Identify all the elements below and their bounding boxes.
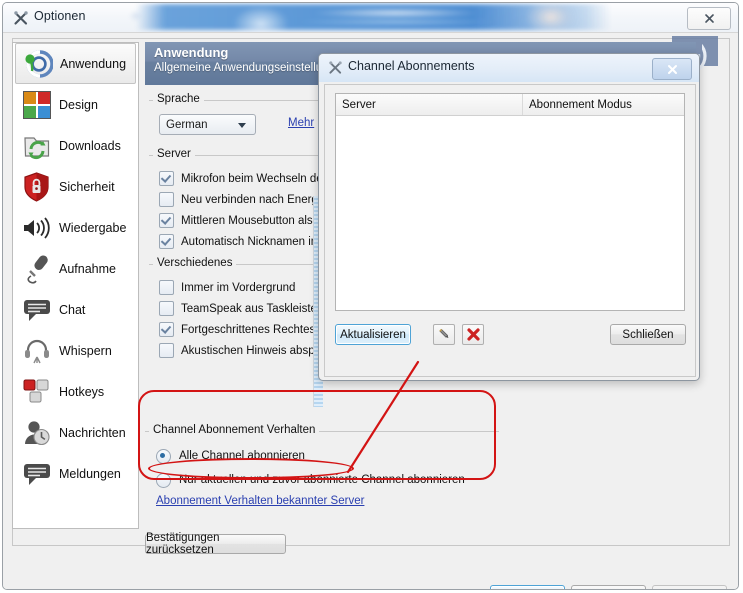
sidebar-item-label: Sicherheit [59,180,115,194]
sidebar-item-label: Whispern [59,344,112,358]
group-title-verschiedenes: Verschiedenes [153,257,237,269]
group-channel-abonnement-verhalten: Channel Abonnement Verhalten Alle Channe… [145,424,499,507]
sidebar-item-hotkeys[interactable]: Hotkeys [15,372,136,412]
notifications-icon [20,458,53,491]
dialog-close-text-button[interactable]: Schließen [610,324,686,345]
table-header-row: Server Abonnement Modus [336,94,684,116]
sidebar: Anwendung Design Downloads Sicherheit Wi… [12,42,139,529]
radio-label: Alle Channel abonnieren [179,450,305,462]
more-languages-link[interactable]: Mehr [288,117,314,129]
sidebar-item-sicherheit[interactable]: Sicherheit [15,167,136,207]
sidebar-item-label: Downloads [59,139,121,153]
edit-button[interactable] [433,324,455,345]
sidebar-item-label: Wiedergabe [59,221,127,235]
refresh-button[interactable]: Aktualisieren [335,324,411,345]
pencil-icon [438,328,448,339]
speaker-icon [20,212,53,245]
group-title-server: Server [153,148,195,160]
checkbox-neu-verbinden[interactable] [159,192,174,207]
abonnement-verhalten-bekannter-server-link[interactable]: Abonnement Verhalten bekannter Server [156,495,364,507]
checkbox-automatisch-nicknamen[interactable] [159,234,174,249]
window-titlebar: Optionen [3,3,738,32]
sidebar-item-downloads[interactable]: Downloads [15,126,136,166]
tools-icon [13,10,29,26]
sidebar-item-label: Meldungen [59,467,121,481]
group-title-sprache: Sprache [153,93,204,105]
close-icon [704,14,714,23]
checkbox-mittlerer-mousebutton[interactable] [159,213,174,228]
sidebar-item-label: Hotkeys [59,385,105,399]
dialog-titlebar: Channel Abonnements [319,54,699,82]
column-header-abonnement-modus[interactable]: Abonnement Modus [523,94,684,115]
window-close-button[interactable] [687,7,731,30]
sidebar-item-aufnahme[interactable]: Aufnahme [15,249,136,289]
subscriptions-table[interactable]: Server Abonnement Modus [335,93,685,311]
radio-alle-channel-abonnieren[interactable] [156,448,171,464]
hotkeys-icon [20,376,53,409]
sidebar-item-label: Aufnahme [59,262,116,276]
chat-bubble-icon [20,294,53,327]
teamspeak-banner-decoration [121,4,611,30]
sidebar-item-label: Design [59,98,98,112]
sidebar-item-label: Anwendung [60,56,127,71]
delete-button[interactable] [462,324,484,345]
language-select[interactable]: German [159,114,256,135]
sidebar-item-chat[interactable]: Chat [15,290,136,330]
user-message-icon [20,417,53,450]
checkbox-label: Immer im Vordergrund [181,281,296,294]
radio-row[interactable]: Nur aktuellen und zuvor abonnierte Chann… [156,468,499,492]
radio-nur-aktuellen-abonnieren[interactable] [156,472,171,488]
column-header-server[interactable]: Server [336,94,523,115]
sidebar-item-whispern[interactable]: Whispern [15,331,136,371]
checkbox-immer-im-vordergrund[interactable] [159,280,174,295]
ok-button[interactable]: OK [490,585,565,589]
design-icon [20,89,53,122]
checkbox-taskleiste-entfernen[interactable] [159,301,174,316]
sidebar-item-wiedergabe[interactable]: Wiedergabe [15,208,136,248]
sidebar-item-label: Nachrichten [59,426,126,440]
checkbox-mikrofon-wechseln[interactable] [159,171,174,186]
group-title-abonnement: Channel Abonnement Verhalten [149,424,320,436]
reset-confirmations-button[interactable]: Bestätigungen zurücksetzen [145,532,286,556]
headset-icon [20,335,53,368]
dialog-body: Server Abonnement Modus Aktualisieren Sc… [324,84,696,377]
sidebar-item-label: Chat [59,303,86,317]
sidebar-item-meldungen[interactable]: Meldungen [15,454,136,494]
sidebar-item-design[interactable]: Design [15,85,136,125]
radio-label: Nur aktuellen und zuvor abonnierte Chann… [179,474,465,486]
checkbox-fortgeschrittenes-rechtesystem[interactable] [159,322,174,337]
dialog-title: Channel Abonnements [348,59,475,73]
close-icon [667,64,677,74]
dialog-close-button[interactable] [652,58,692,80]
red-x-delete-icon [466,328,480,341]
tools-icon [328,60,343,75]
cancel-button[interactable]: Abbrechen [571,585,646,589]
sidebar-item-nachrichten[interactable]: Nachrichten [15,413,136,453]
language-selected-value: German [166,118,208,131]
microphone-icon [20,253,53,286]
downloads-icon [20,130,53,163]
apply-button: Anwenden [652,585,727,589]
shield-lock-icon [20,171,53,204]
radio-row[interactable]: Alle Channel abonnieren [156,444,499,468]
sidebar-item-anwendung[interactable]: Anwendung [15,43,136,84]
channel-subscriptions-dialog: Channel Abonnements Server Abonnement Mo… [318,53,700,381]
checkbox-akustischer-hinweis[interactable] [159,343,174,358]
window-title: Optionen [34,9,86,23]
application-icon [21,47,54,80]
chevron-down-icon [238,123,246,128]
